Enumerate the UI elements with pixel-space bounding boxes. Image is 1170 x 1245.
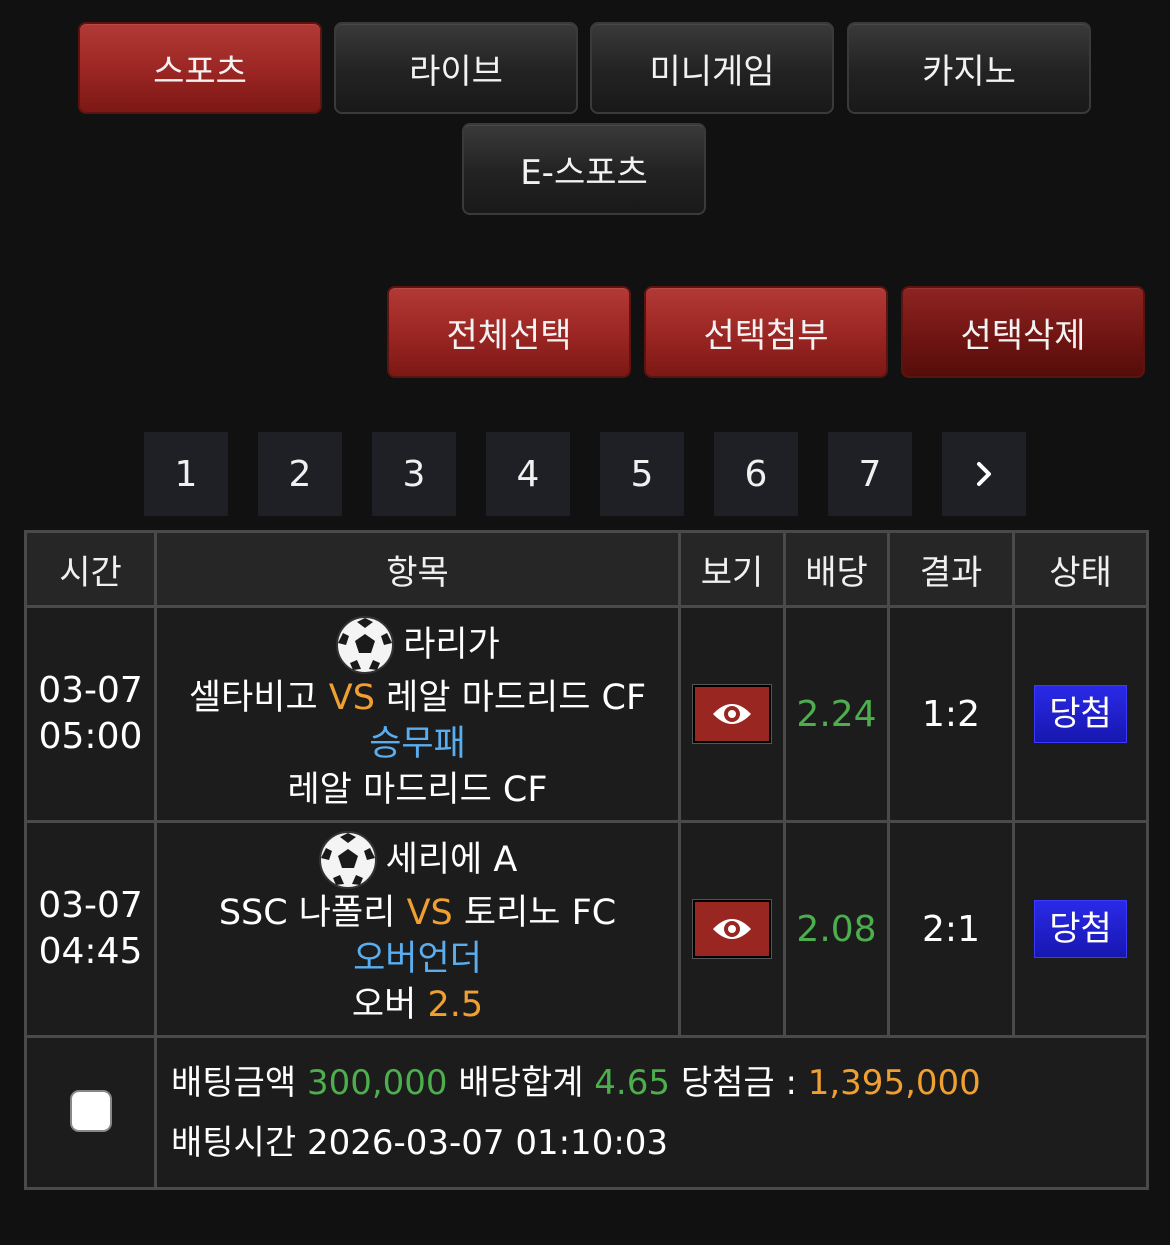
header-item: 항목: [154, 530, 681, 608]
away-team: 레알 마드리드 CF: [386, 678, 647, 718]
bet-amount-label: 배팅금액: [171, 1062, 297, 1103]
view-button[interactable]: [693, 685, 771, 743]
soccer-ball-icon: [318, 831, 377, 889]
attach-selected-label: 선택첨부: [703, 315, 829, 356]
attach-selected-button[interactable]: 선택첨부: [644, 286, 888, 378]
summary-row: 배팅금액 300,000 배당합계 4.65 당첨금 : 1,395,000 배…: [24, 1035, 1149, 1190]
market-type: 오버언더: [353, 939, 482, 979]
odds-cell: 2.08: [783, 820, 890, 1038]
status-badge: 당첨: [1034, 900, 1127, 958]
page-number: 7: [858, 453, 882, 495]
delete-selected-label: 선택삭제: [960, 315, 1086, 356]
match-time: 04:45: [38, 931, 143, 972]
tab-esports-label: E-스포츠: [520, 152, 648, 193]
summary-cell: 배팅금액 300,000 배당합계 4.65 당첨금 : 1,395,000 배…: [154, 1035, 1149, 1190]
tab-live-label: 라이브: [409, 51, 503, 92]
page-number: 4: [516, 453, 540, 495]
table-header-row: 시간 항목 보기 배당 결과 상태: [24, 530, 1149, 608]
match-date: 03-07: [38, 885, 143, 926]
page-4[interactable]: 4: [486, 432, 570, 516]
page-number: 3: [402, 453, 426, 495]
page-number: 2: [288, 453, 312, 495]
header-view: 보기: [678, 530, 786, 608]
league-line: 라리가: [157, 615, 678, 675]
item-cell: 라리가 셀타비고 VS 레알 마드리드 CF 승무패 레알 마드리드 CF: [154, 605, 681, 823]
summary-line-2: 배팅시간 2026-03-07 01:10:03: [171, 1113, 1146, 1173]
page-3[interactable]: 3: [372, 432, 456, 516]
tab-casino-label: 카지노: [922, 51, 1016, 92]
table-row: 03-07 05:00 라리가 셀타비고 VS 레알 마드리드 CF 승무패 레…: [24, 605, 1149, 823]
pick-line: 레알 마드리드 CF: [157, 767, 678, 813]
select-all-label: 전체선택: [446, 315, 572, 356]
chevron-right-icon: [977, 462, 991, 486]
win-amount-label: 당첨금 :: [680, 1062, 797, 1103]
view-cell: [678, 605, 786, 823]
page-1[interactable]: 1: [144, 432, 228, 516]
tab-sports[interactable]: 스포츠: [78, 22, 322, 114]
pick: 레알 마드리드 CF: [287, 770, 548, 810]
checkbox-cell: [24, 1035, 157, 1190]
select-all-button[interactable]: 전체선택: [387, 286, 631, 378]
table-row: 03-07 04:45 세리에 A SSC 나폴리 VS 토리노 FC 오버언더…: [24, 820, 1149, 1038]
delete-selected-button[interactable]: 선택삭제: [901, 286, 1145, 378]
page-number: 1: [174, 453, 198, 495]
header-status: 상태: [1012, 530, 1149, 608]
header-time: 시간: [24, 530, 157, 608]
win-amount: 1,395,000: [807, 1062, 981, 1103]
pick-line: 오버 2.5: [157, 982, 678, 1028]
home-team: 셀타비고: [188, 678, 318, 718]
league-name: 세리에 A: [385, 840, 518, 880]
odds-cell: 2.24: [783, 605, 890, 823]
bet-amount: 300,000: [306, 1062, 448, 1103]
page-7[interactable]: 7: [828, 432, 912, 516]
select-checkbox[interactable]: [69, 1089, 112, 1132]
tab-minigame[interactable]: 미니게임: [590, 22, 834, 114]
total-odds-label: 배당합계: [458, 1062, 584, 1103]
tab-esports[interactable]: E-스포츠: [462, 123, 706, 215]
bet-time: 2026-03-07 01:10:03: [306, 1122, 669, 1163]
time-cell: 03-07 05:00: [24, 605, 157, 823]
tab-live[interactable]: 라이브: [334, 22, 578, 114]
header-odds: 배당: [783, 530, 890, 608]
tab-casino[interactable]: 카지노: [847, 22, 1091, 114]
bet-time-label: 배팅시간: [171, 1122, 297, 1163]
tab-minigame-label: 미니게임: [649, 51, 775, 92]
result-cell: 1:2: [887, 605, 1015, 823]
page-next-button[interactable]: [942, 432, 1026, 516]
page-6[interactable]: 6: [714, 432, 798, 516]
eye-icon: [713, 919, 751, 939]
market-type: 승무패: [369, 724, 466, 764]
view-cell: [678, 820, 786, 1038]
summary-line-1: 배팅금액 300,000 배당합계 4.65 당첨금 : 1,395,000: [171, 1053, 1146, 1113]
away-team: 토리노 FC: [463, 893, 617, 933]
vs-label: VS: [406, 893, 453, 933]
pick-value: 2.5: [427, 985, 484, 1025]
bet-table: 시간 항목 보기 배당 결과 상태 03-07 05:00 라리가 셀타비고 V…: [24, 530, 1149, 1190]
eye-icon: [713, 704, 751, 724]
header-result: 결과: [887, 530, 1015, 608]
result-cell: 2:1: [887, 820, 1015, 1038]
home-team: SSC 나폴리: [218, 893, 396, 933]
league-line: 세리에 A: [157, 830, 678, 890]
tab-sports-label: 스포츠: [153, 51, 247, 92]
pick: 오버: [351, 985, 417, 1025]
soccer-ball-icon: [336, 616, 395, 674]
item-cell: 세리에 A SSC 나폴리 VS 토리노 FC 오버언더 오버 2.5: [154, 820, 681, 1038]
status-cell: 당첨: [1012, 605, 1149, 823]
page-number: 5: [630, 453, 654, 495]
page-2[interactable]: 2: [258, 432, 342, 516]
page-number: 6: [744, 453, 768, 495]
total-odds: 4.65: [594, 1062, 670, 1103]
matchup: 셀타비고 VS 레알 마드리드 CF: [157, 675, 678, 721]
status-cell: 당첨: [1012, 820, 1149, 1038]
page-5[interactable]: 5: [600, 432, 684, 516]
time-cell: 03-07 04:45: [24, 820, 157, 1038]
view-button[interactable]: [693, 900, 771, 958]
matchup: SSC 나폴리 VS 토리노 FC: [157, 890, 678, 936]
vs-label: VS: [328, 678, 375, 718]
match-date: 03-07: [38, 670, 143, 711]
match-time: 05:00: [38, 716, 143, 757]
league-name: 라리가: [403, 625, 500, 665]
status-badge: 당첨: [1034, 685, 1127, 743]
